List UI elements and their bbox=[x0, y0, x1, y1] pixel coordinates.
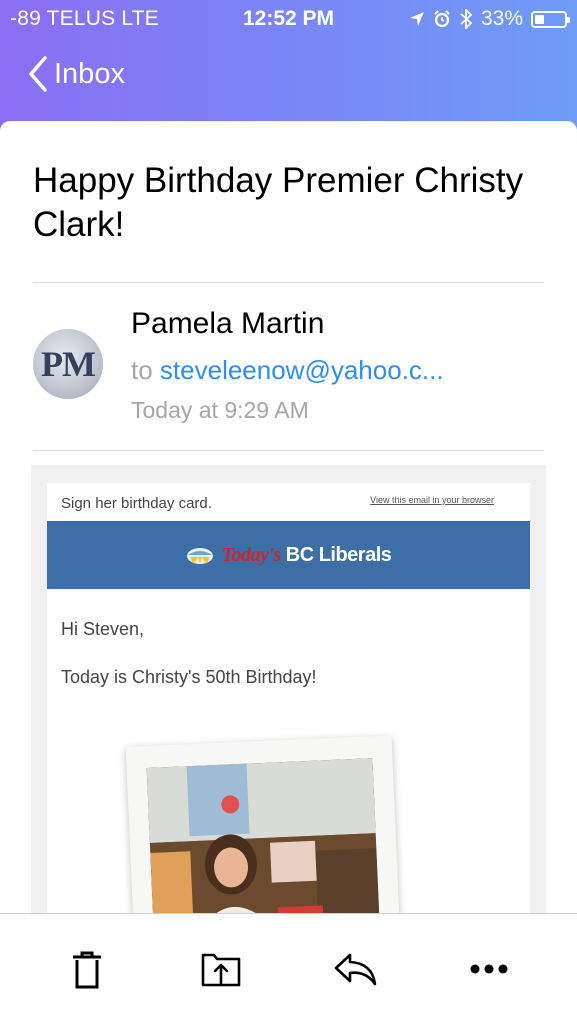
battery-level bbox=[535, 14, 544, 24]
message-text: Today is Christy's 50th Birthday! bbox=[61, 667, 317, 687]
battery-icon bbox=[531, 10, 570, 28]
newsletter-banner: Today's BC Liberals bbox=[47, 521, 530, 589]
email-date: Today at 9:29 AM bbox=[131, 397, 309, 423]
birthday-photo bbox=[125, 735, 403, 915]
sender-avatar[interactable]: PM bbox=[33, 329, 103, 399]
trash-button[interactable] bbox=[62, 944, 112, 994]
logo-todays: Today's bbox=[221, 543, 282, 566]
view-in-browser-link[interactable]: View this email in your browser bbox=[370, 495, 494, 505]
recipient-address[interactable]: steveleenow@yahoo.c... bbox=[160, 355, 444, 385]
back-label: Inbox bbox=[54, 57, 125, 90]
photo-scene bbox=[146, 758, 383, 915]
email-body: Sign her birthday card. View this email … bbox=[47, 483, 530, 915]
status-bar: -89 TELUS LTE 12:52 PM 33% bbox=[0, 0, 577, 38]
alarm-icon bbox=[434, 10, 450, 28]
photo-image bbox=[146, 758, 383, 915]
more-button[interactable] bbox=[464, 944, 514, 994]
recipient-line: to steveleenow@yahoo.c... bbox=[131, 355, 444, 386]
logo-bc-liberals: BC Liberals bbox=[285, 543, 392, 566]
logo-sunrise-icon bbox=[186, 548, 213, 564]
bottom-toolbar bbox=[0, 913, 577, 1024]
bluetooth-icon bbox=[460, 9, 473, 29]
chevron-left-icon bbox=[29, 56, 47, 92]
preheader-text: Sign her birthday card. bbox=[61, 495, 212, 512]
status-icons: 33% bbox=[409, 7, 570, 31]
more-icon bbox=[470, 964, 508, 974]
greeting-text: Hi Steven, bbox=[61, 619, 145, 639]
back-to-inbox-button[interactable]: Inbox bbox=[28, 56, 125, 92]
trash-icon bbox=[73, 951, 101, 989]
battery-percent: 33% bbox=[480, 7, 523, 30]
location-arrow-icon bbox=[409, 12, 424, 26]
email-subject: Happy Birthday Premier Christy Clark! bbox=[33, 161, 524, 244]
to-prefix: to bbox=[131, 355, 153, 385]
move-button[interactable] bbox=[196, 944, 246, 994]
reply-icon bbox=[334, 953, 377, 986]
divider bbox=[33, 282, 544, 283]
avatar-initials: PM bbox=[41, 344, 96, 384]
message-card: Happy Birthday Premier Christy Clark! PM… bbox=[0, 121, 577, 915]
reply-button[interactable] bbox=[330, 944, 380, 994]
email-body-frame: Sign her birthday card. View this email … bbox=[31, 465, 546, 915]
logo-text: Today's BC Liberals bbox=[222, 544, 392, 567]
move-to-folder-icon bbox=[201, 953, 241, 987]
sender-name[interactable]: Pamela Martin bbox=[131, 307, 324, 341]
divider bbox=[33, 450, 544, 451]
